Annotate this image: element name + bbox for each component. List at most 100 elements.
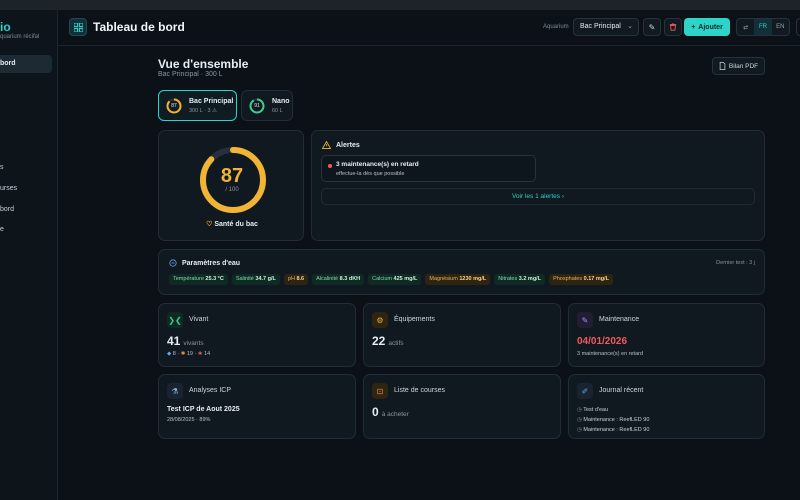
aquarium-select-value: Bac Principal — [580, 23, 621, 30]
tank-meta: 60 L — [272, 108, 283, 114]
vivant-breakdown: ◆ 8 · ✱ 19 · ❀ 14 — [167, 351, 211, 357]
coral-icon: ❀ — [197, 351, 203, 357]
journal-entry: ◷ Test d'eau — [577, 405, 649, 415]
vivant-unit: vivants — [183, 340, 204, 347]
param-label: Alcalinité — [316, 276, 339, 282]
pencil-icon: ✎ — [648, 22, 656, 32]
window-top-strip — [0, 0, 800, 10]
clock-icon: ◷ — [577, 407, 582, 413]
clock-icon: ◷ — [577, 427, 582, 433]
add-button[interactable]: + Ajouter — [684, 18, 730, 36]
vivant-tile[interactable]: ❯❮ Vivant 41 vivants ◆ 8 · ✱ 19 · ❀ 14 — [158, 303, 356, 367]
view-alerts-link[interactable]: Voir les 1 alertes › — [321, 188, 755, 205]
equipements-tile[interactable]: ⚙ Équipements 22 actifs — [363, 303, 561, 367]
document-icon — [719, 62, 726, 70]
sidebar-item-dashboard[interactable]: bord — [0, 55, 52, 73]
journal-tile[interactable]: ✐ Journal récent ◷ Test d'eau ◷ Maintena… — [568, 374, 765, 439]
shrimp-icon: ✱ — [180, 351, 186, 357]
param-label: Phosphates — [553, 276, 583, 282]
sidebar-item-6[interactable]: e — [0, 221, 52, 239]
tile-title: Équipements — [394, 316, 435, 323]
tile-count: 41 vivants — [167, 334, 204, 348]
icp-name: Test ICP de Aout 2025 — [167, 406, 240, 413]
edit-button[interactable]: ✎ — [643, 18, 661, 36]
tank-name: Nano — [272, 98, 290, 105]
param-label: Salinité — [235, 276, 254, 282]
aquarium-select[interactable]: Bac Principal ⌄ — [573, 18, 639, 36]
param-chip: Calcium 425 mg/L — [368, 274, 422, 285]
param-value: 3.2 mg/L — [518, 276, 542, 282]
sidebar-item-board[interactable]: bord — [0, 201, 52, 219]
tank-card-main[interactable]: 87 Bac Principal 300 L · 3 ⚠ — [158, 90, 237, 121]
droplet-icon — [169, 259, 177, 267]
warning-icon — [322, 141, 331, 149]
flask-icon: ⚗ — [167, 383, 183, 399]
lang-fr-button[interactable]: FR — [754, 19, 772, 35]
dashboard-icon — [69, 18, 87, 36]
param-label: pH — [287, 276, 295, 282]
tile-title: Analyses ICP — [189, 387, 232, 394]
param-value: 8.6 — [296, 276, 305, 282]
cart-icon: ⊡ — [372, 383, 388, 399]
tank-score-ring: 87 — [166, 98, 182, 114]
plus-icon: + — [691, 23, 696, 31]
sidebar-item-courses[interactable]: urses — [0, 180, 52, 198]
brand-subtitle: quarium récifal — [0, 34, 40, 40]
menu-button[interactable] — [796, 18, 800, 36]
icp-tile[interactable]: ⚗ Analyses ICP Test ICP de Aout 2025 28/… — [158, 374, 356, 439]
equipements-unit: actifs — [388, 340, 404, 347]
alert-item-title: 3 maintenance(s) en retard — [336, 161, 419, 168]
health-card: 87 / 100 ♡ Santé du bac — [158, 130, 304, 241]
param-label: Magnésium — [429, 276, 458, 282]
param-value: 1230 mg/L — [459, 276, 487, 282]
lang-en-button[interactable]: EN — [772, 24, 789, 30]
tank-meta: 300 L · 3 ⚠ — [189, 108, 217, 114]
journal-entry-text: Maintenance : ReefLED 90 — [583, 417, 650, 423]
alerts-card: Alertes 3 maintenance(s) en retard effec… — [311, 130, 765, 241]
page-title: Tableau de bord — [93, 20, 185, 34]
pdf-report-label: Bilan PDF — [728, 62, 759, 70]
icp-sub: 28/08/2025 · 89% — [167, 417, 211, 423]
params-header: Paramètres d'eau — [169, 259, 240, 267]
tile-title: Maintenance — [599, 316, 640, 323]
maintenance-tile[interactable]: ✎ Maintenance 04/01/2026 3 maintenance(s… — [568, 303, 765, 367]
param-label: Nitrates — [498, 276, 518, 282]
fish-count: 8 — [172, 351, 176, 357]
params-chips: Température 25.3 °C Salinité 34.7 g/L pH 8… — [169, 274, 614, 285]
journal-list: ◷ Test d'eau ◷ Maintenance : ReefLED 90 … — [577, 405, 649, 435]
health-label-text: Santé du bac — [214, 221, 258, 228]
trash-icon — [669, 23, 677, 31]
top-header: Tableau de bord Aquarium Bac Principal ⌄… — [58, 10, 800, 46]
tank-card-nano[interactable]: 91 Nano 60 L — [241, 90, 293, 121]
sidebar: io quarium récifal bord s urses bord e — [0, 10, 58, 500]
view-alerts-label: Voir les 1 alertes — [511, 193, 561, 200]
alert-item[interactable]: 3 maintenance(s) en retard effectue-la d… — [321, 155, 536, 182]
fish-icon: ❯❮ — [167, 312, 183, 328]
brand-name: io — [0, 20, 11, 34]
clock-icon: ◷ — [577, 417, 582, 423]
params-last-test: Dernier test : 3 j — [716, 260, 755, 266]
delete-button[interactable] — [664, 18, 682, 36]
courses-tile[interactable]: ⊡ Liste de courses 0à acheter — [363, 374, 561, 439]
aquarium-label: Aquarium — [543, 24, 569, 30]
wrench-icon: ✎ — [577, 312, 593, 328]
water-params-card: Paramètres d'eau Dernier test : 3 j Temp… — [158, 249, 765, 295]
health-label: ♡ Santé du bac — [159, 220, 305, 228]
tile-count: 0à acheter — [372, 405, 409, 419]
tile-title: Vivant — [189, 316, 209, 323]
translate-icon: ⇄ — [743, 24, 749, 31]
journal-entry: ◷ Maintenance : ReefLED 90 — [577, 415, 649, 425]
pdf-report-button[interactable]: Bilan PDF — [712, 57, 765, 75]
alerts-title: Alertes — [336, 141, 360, 149]
param-chip: Alcalinité 8.3 dKH — [312, 274, 365, 285]
journal-entry-text: Maintenance : ReefLED 90 — [583, 427, 650, 433]
chevron-down-icon: ⌄ — [627, 23, 633, 30]
tank-name: Bac Principal — [189, 98, 234, 105]
param-label: Calcium — [372, 276, 393, 282]
sidebar-item-3[interactable]: s — [0, 159, 52, 177]
tank-score: 87 — [171, 103, 177, 109]
journal-entry-text: Test d'eau — [583, 407, 609, 413]
param-value: 425 mg/L — [393, 276, 418, 282]
gear-icon: ⚙ — [372, 312, 388, 328]
journal-icon: ✐ — [577, 383, 593, 399]
